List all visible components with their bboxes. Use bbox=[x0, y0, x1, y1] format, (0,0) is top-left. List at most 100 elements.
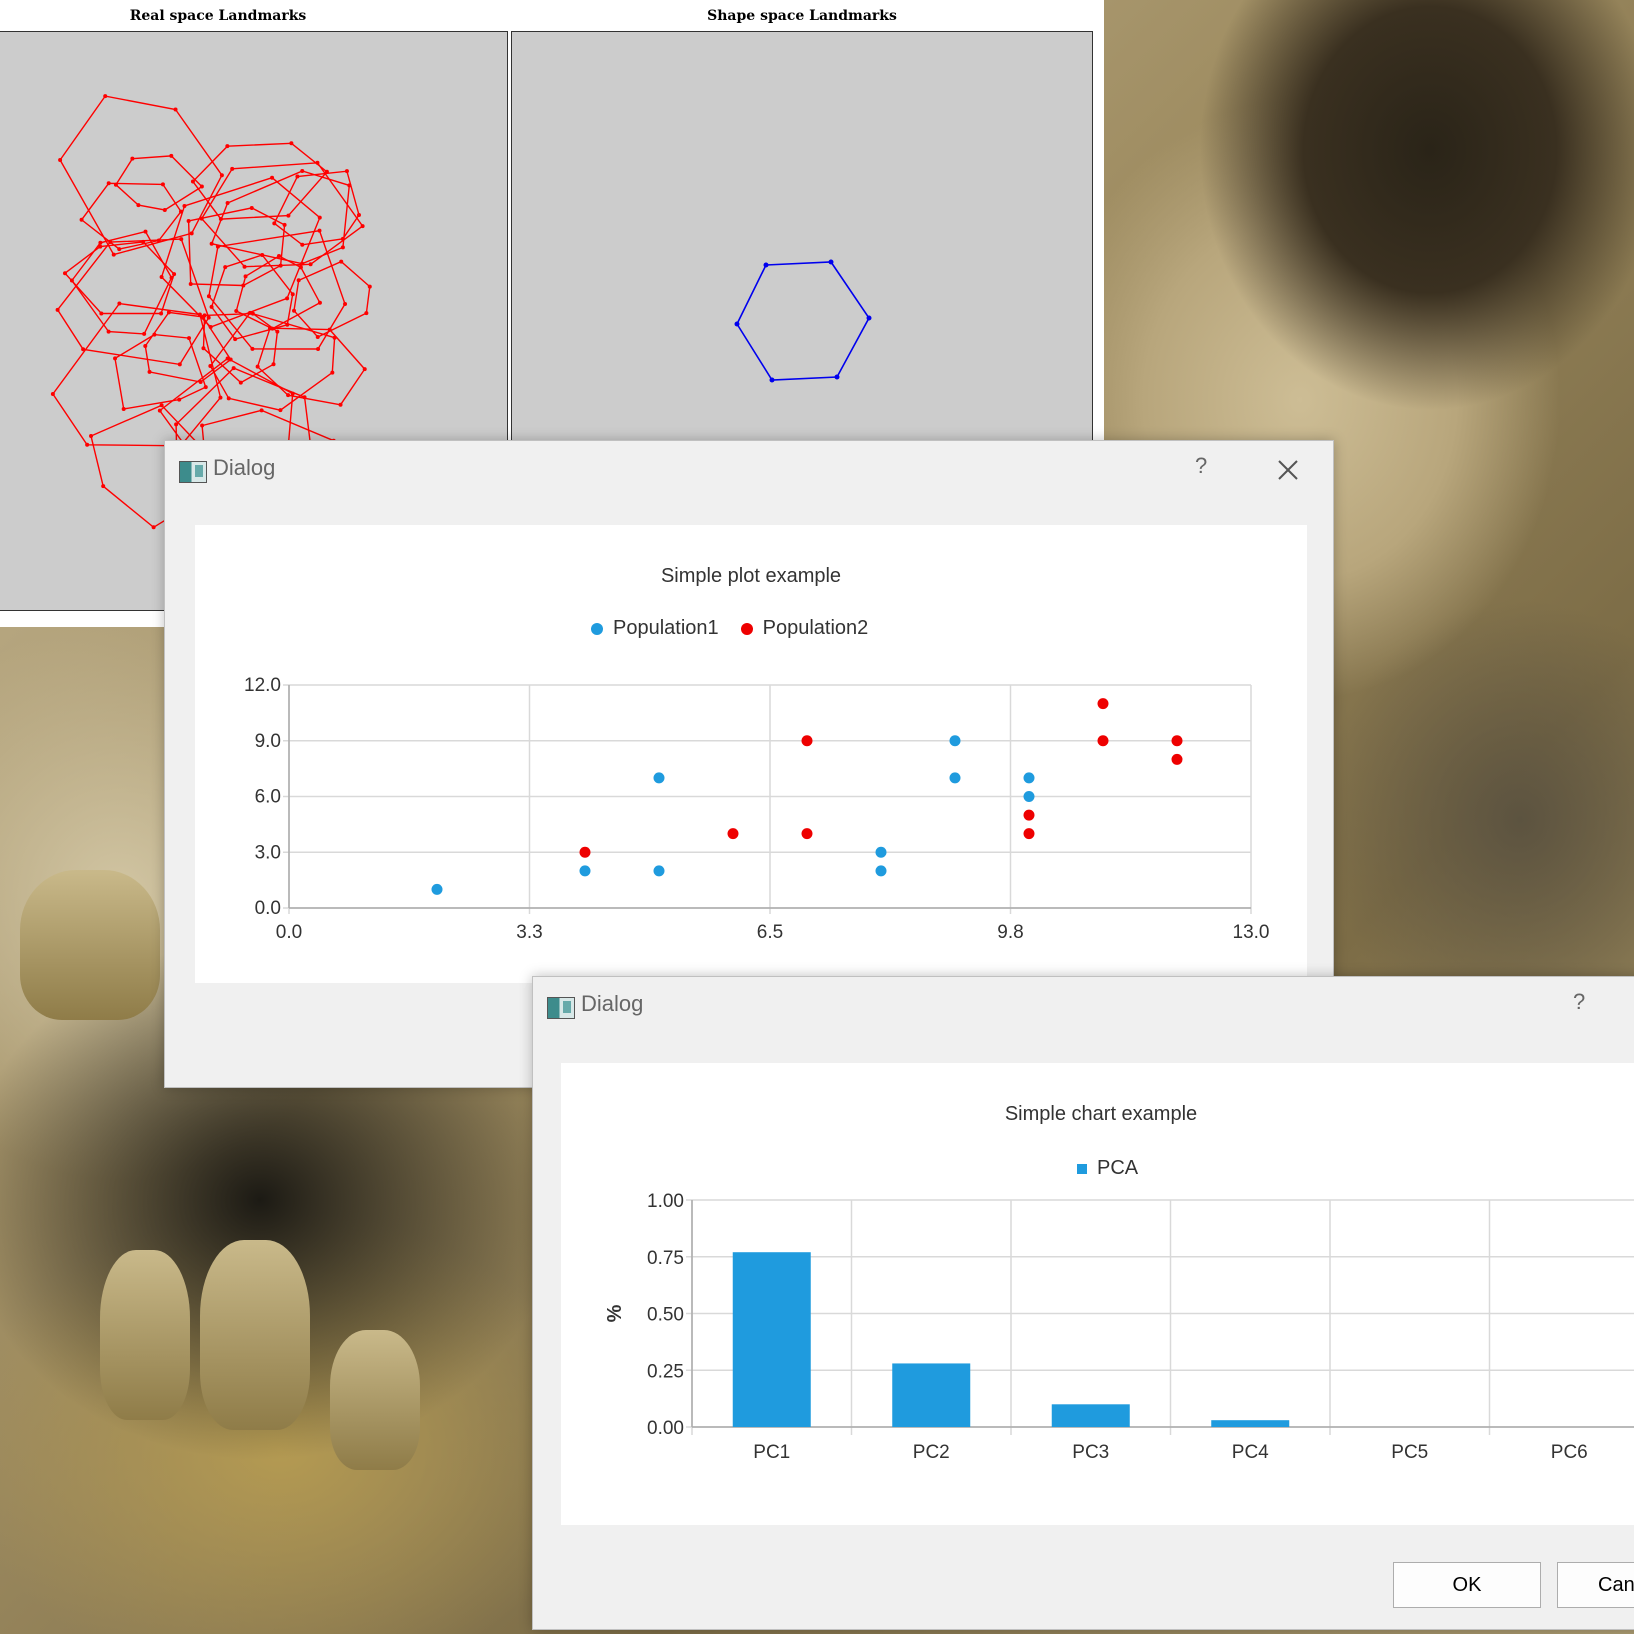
ok-button[interactable]: OK bbox=[1393, 1562, 1541, 1608]
landmark-point bbox=[98, 244, 103, 249]
landmark-point bbox=[230, 166, 235, 171]
landmark-point bbox=[290, 292, 295, 297]
tooth-shape bbox=[330, 1330, 420, 1470]
tooth-shape bbox=[100, 1250, 190, 1420]
landmark-point bbox=[271, 362, 276, 367]
x-tick-label: PC6 bbox=[1551, 1442, 1588, 1463]
landmark-point bbox=[362, 367, 367, 372]
landmark-point bbox=[259, 408, 264, 413]
y-tick-label: 0.50 bbox=[647, 1305, 684, 1326]
landmark-point bbox=[223, 265, 228, 270]
help-button[interactable]: ? bbox=[1195, 453, 1207, 479]
x-tick-label: PC3 bbox=[1072, 1442, 1109, 1463]
landmark-point bbox=[208, 364, 213, 369]
landmark-point bbox=[200, 423, 205, 428]
app-icon bbox=[547, 997, 575, 1019]
landmark-point bbox=[225, 200, 230, 205]
scatter-point bbox=[1023, 791, 1035, 802]
landmark-point bbox=[226, 396, 231, 401]
tooth-shape bbox=[20, 870, 160, 1020]
close-icon[interactable] bbox=[1275, 457, 1301, 483]
landmark-point bbox=[147, 369, 152, 374]
landmark-point bbox=[292, 308, 297, 313]
landmark-point bbox=[106, 181, 111, 186]
landmark-point bbox=[285, 296, 290, 301]
landmark-point bbox=[308, 262, 313, 267]
landmark-point bbox=[187, 336, 192, 341]
dialog-titlebar[interactable]: Dialog ? bbox=[533, 977, 1634, 1039]
y-tick-label: 12.0 bbox=[244, 675, 281, 696]
cancel-button[interactable]: Can bbox=[1557, 1562, 1634, 1608]
landmark-point bbox=[136, 203, 141, 208]
landmark-point bbox=[130, 156, 135, 161]
landmark-point bbox=[201, 346, 206, 351]
landmark-point bbox=[734, 321, 740, 327]
landmark-point bbox=[81, 347, 86, 352]
landmark-point bbox=[866, 315, 872, 321]
landmark-point bbox=[159, 403, 164, 408]
y-tick-label: 6.0 bbox=[255, 787, 281, 808]
landmark-point bbox=[166, 310, 171, 315]
landmark-point bbox=[179, 237, 184, 242]
y-tick-label: 0.75 bbox=[647, 1248, 684, 1269]
landmark-point bbox=[317, 228, 322, 233]
landmark-point bbox=[101, 484, 106, 489]
landmark-point bbox=[172, 272, 177, 277]
bar-chart-area: Simple chart example PCA 0.00 0.25 0.50 0.7… bbox=[561, 1063, 1634, 1525]
landmark-point bbox=[249, 205, 254, 210]
bar-dialog: Dialog ? Simple chart example PCA 0.00 0.… bbox=[532, 976, 1634, 1630]
bar bbox=[892, 1363, 971, 1427]
scatter-plot: 0.0 3.3 6.5 9.8 13.0 0.0 3.0 6.0 9.0 12.0 bbox=[244, 675, 1269, 943]
landmark-point bbox=[151, 525, 156, 530]
landmark-point bbox=[203, 385, 208, 390]
landmark-point bbox=[143, 229, 148, 234]
app-icon bbox=[179, 461, 207, 483]
dialog-titlebar[interactable]: Dialog ? bbox=[165, 441, 1333, 503]
shape-space-title: Shape space Landmarks bbox=[707, 8, 897, 24]
landmark-point bbox=[769, 377, 775, 383]
landmark-point bbox=[58, 158, 63, 163]
landmark-point bbox=[209, 304, 214, 309]
landmark-point bbox=[295, 174, 300, 179]
help-button[interactable]: ? bbox=[1573, 989, 1585, 1015]
landmark-point bbox=[275, 329, 280, 334]
landmark-point bbox=[55, 307, 60, 312]
landmark-point bbox=[242, 264, 247, 269]
landmark-point bbox=[360, 224, 365, 229]
landmark-point bbox=[286, 213, 291, 218]
landmark-point bbox=[209, 241, 214, 246]
landmark-point bbox=[157, 408, 162, 413]
landmark-point bbox=[108, 240, 113, 245]
landmark-point bbox=[270, 175, 275, 180]
landmark-point bbox=[315, 335, 320, 340]
landmark-point bbox=[159, 311, 164, 316]
scatter-point bbox=[653, 772, 665, 784]
landmark-point bbox=[98, 240, 103, 245]
x-tick-label: PC2 bbox=[913, 1442, 950, 1463]
landmark-point bbox=[173, 107, 178, 112]
bar bbox=[732, 1252, 811, 1427]
landmark-configuration bbox=[144, 311, 232, 383]
scatter-point bbox=[1023, 772, 1035, 784]
landmark-point bbox=[89, 434, 94, 439]
bar-chart: 0.00 0.25 0.50 0.75 1.00 PC1 PC2 PC3 PC4 PC5 PC6% bbox=[604, 1191, 1634, 1463]
landmark-point bbox=[238, 380, 243, 385]
landmark-point bbox=[338, 402, 343, 407]
landmark-point bbox=[330, 370, 335, 375]
x-tick-label: 6.5 bbox=[757, 922, 783, 943]
x-tick-label: 9.8 bbox=[997, 922, 1023, 943]
landmark-point bbox=[344, 169, 349, 174]
landmark-point bbox=[113, 356, 118, 361]
landmark-point bbox=[343, 301, 348, 306]
landmark-point bbox=[206, 294, 211, 299]
bar bbox=[1211, 1420, 1290, 1427]
landmark-point bbox=[85, 442, 90, 447]
scatter-point bbox=[949, 772, 961, 784]
landmark-point bbox=[177, 362, 182, 367]
landmark-point bbox=[79, 217, 84, 222]
x-tick-label: PC5 bbox=[1391, 1442, 1428, 1463]
y-tick-label: 1.00 bbox=[647, 1191, 684, 1212]
scatter-point bbox=[1023, 809, 1035, 821]
landmark-point bbox=[198, 379, 203, 384]
landmark-point bbox=[62, 271, 67, 276]
